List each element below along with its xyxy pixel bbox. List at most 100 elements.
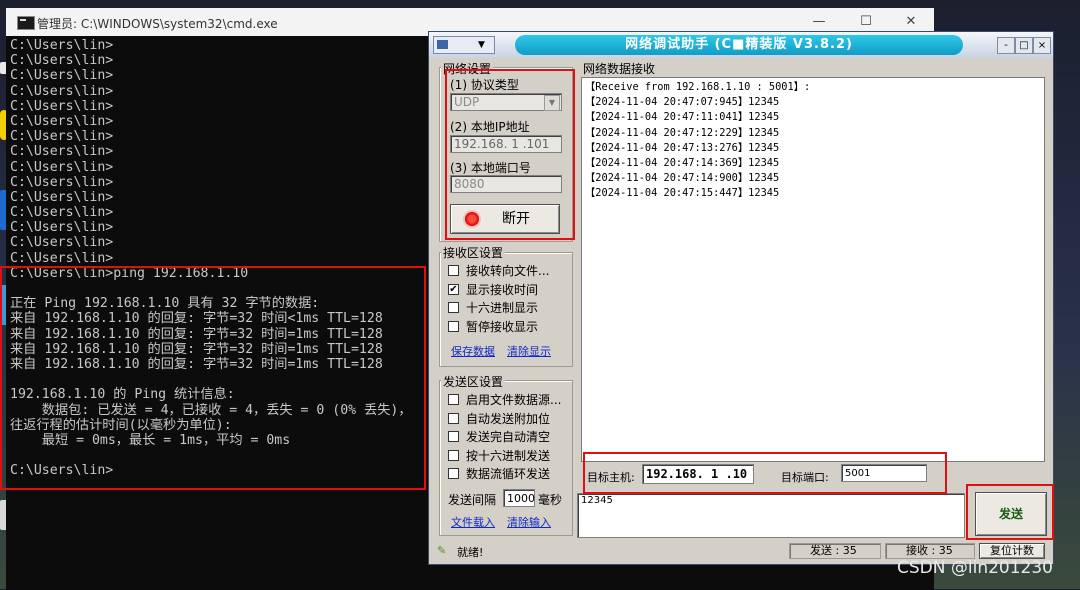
cmd-app-icon <box>17 16 35 30</box>
protocol-select[interactable]: UDP ▼ <box>450 93 562 111</box>
clear-display-link[interactable]: 清除显示 <box>507 343 551 359</box>
restore-button[interactable]: □ <box>1015 37 1033 54</box>
checkbox-box[interactable] <box>448 265 459 276</box>
send-settings-title: 发送区设置 <box>441 373 506 390</box>
target-host-label: 目标主机: <box>587 471 635 484</box>
tool-title-bar[interactable]: ▼ 网络调试助手 (C■精装版 V3.8.2) - □ × <box>429 32 1053 58</box>
received-line: 【2024-11-04 20:47:14:369】12345 <box>585 157 780 170</box>
chevron-down-icon: ▼ <box>478 40 485 50</box>
send-option-checkbox-label: 发送完自动清空 <box>466 430 551 444</box>
console-line: C:\Users\lin> <box>10 205 114 221</box>
file-load-link[interactable]: 文件载入 <box>451 514 495 530</box>
receive-option-checkbox-label: 显示接收时间 <box>466 282 539 297</box>
console-line: 正在 Ping 192.168.1.10 具有 32 字节的数据: <box>10 296 320 312</box>
cmd-console-output[interactable]: C:\Users\lin> C:\Users\lin> C:\Users\lin> C… <box>10 38 430 478</box>
minimize-button[interactable]: - <box>997 37 1015 54</box>
send-option-checkbox[interactable]: 启用文件数据源... <box>448 392 561 408</box>
send-option-checkbox-label: 按十六进制发送 <box>466 448 551 463</box>
console-line: 来自 192.168.1.10 的回复: 字节=32 时间=1ms TTL=12… <box>10 356 383 372</box>
net-debug-window[interactable]: ▼ 网络调试助手 (C■精装版 V3.8.2) - □ × 网络设置 (1) 协… <box>428 31 1054 565</box>
checkbox-box[interactable] <box>448 431 459 442</box>
send-interval-unit: 毫秒 <box>538 493 563 507</box>
disconnect-label: 断开 <box>502 211 530 227</box>
received-line: 【2024-11-04 20:47:14:900】12345 <box>585 172 780 185</box>
receive-option-checkbox[interactable]: 接收转向文件... <box>448 263 549 279</box>
console-line: C:\Users\lin> <box>10 463 114 479</box>
console-line: C:\Users\lin> <box>10 189 114 205</box>
send-button[interactable]: 发送 <box>975 492 1047 536</box>
receive-text-area[interactable]: 【Receive from 192.168.1.10 : 5001】: 【2024… <box>581 77 1045 462</box>
received-line: 【2024-11-04 20:47:13:276】12345 <box>585 141 780 154</box>
save-data-link[interactable]: 保存数据 <box>451 343 495 359</box>
send-input-area[interactable]: 12345 <box>577 493 965 538</box>
red-light-icon <box>465 212 479 226</box>
close-button[interactable]: ✕ <box>896 12 926 32</box>
console-line: C:\Users\lin> <box>10 144 114 160</box>
receive-option-checkbox[interactable]: ✔ 显示接收时间 <box>448 282 538 298</box>
console-line: C:\Users\lin> <box>10 53 114 69</box>
local-ip-field[interactable]: 192.168. 1 .101 <box>450 135 562 153</box>
receive-option-checkbox-label: 暂停接收显示 <box>466 319 539 334</box>
receive-option-checkbox-label: 接收转向文件... <box>466 264 550 278</box>
checkbox-box[interactable] <box>448 449 459 461</box>
send-option-checkbox[interactable]: 按十六进制发送 <box>448 448 550 464</box>
checkmark-icon[interactable]: ✔ <box>448 283 459 295</box>
local-port-label: (3) 本地端口号 <box>450 161 531 175</box>
send-option-checkbox[interactable]: 发送完自动清空 <box>448 429 550 445</box>
send-option-checkbox[interactable]: 自动发送附加位 <box>448 411 550 427</box>
checkbox-box[interactable] <box>448 468 459 479</box>
maximize-button[interactable]: ☐ <box>851 12 881 32</box>
minimize-button[interactable]: — <box>804 12 834 32</box>
console-line: C:\Users\lin> <box>10 38 114 53</box>
chevron-down-icon[interactable]: ▼ <box>544 95 560 111</box>
system-menu-button[interactable]: ▼ <box>433 36 495 54</box>
reset-count-button[interactable]: 复位计数 <box>979 543 1045 559</box>
console-line: 往返行程的估计时间(以毫秒为单位): <box>10 417 232 433</box>
console-line: C:\Users\lin> <box>10 159 114 175</box>
send-option-checkbox[interactable]: 数据流循环发送 <box>448 466 550 482</box>
console-line: 数据包: 已发送 = 4，已接收 = 4，丢失 = 0 (0% 丢失)， <box>10 402 412 418</box>
pen-icon: ✎ <box>437 544 447 557</box>
console-line: C:\Users\lin> <box>10 250 114 266</box>
console-line: 来自 192.168.1.10 的回复: 字节=32 时间<1ms TTL=12… <box>10 311 383 327</box>
target-port-field[interactable]: 5001 <box>841 464 927 482</box>
checkbox-box[interactable] <box>448 394 459 405</box>
received-line: 【2024-11-04 20:47:12:229】12345 <box>585 126 780 139</box>
console-line: C:\Users\lin> <box>10 220 114 236</box>
console-line: C:\Users\lin> <box>10 113 114 129</box>
send-option-checkbox-label: 自动发送附加位 <box>466 411 551 426</box>
received-line: 【2024-11-04 20:47:11:041】12345 <box>585 111 780 124</box>
send-interval-field[interactable]: 1000 <box>503 489 535 507</box>
watermark-text: CSDN @lin201230 <box>897 558 1053 578</box>
receive-option-checkbox[interactable]: 十六进制显示 <box>448 300 538 316</box>
checkbox-box[interactable] <box>448 412 459 424</box>
send-option-checkbox-label: 启用文件数据源... <box>466 393 562 407</box>
console-line: C:\Users\lin> <box>10 83 114 99</box>
console-line: C:\Users\lin> <box>10 235 114 251</box>
console-line: 最短 = 0ms，最长 = 1ms，平均 = 0ms <box>10 432 291 448</box>
console-line: 来自 192.168.1.10 的回复: 字节=32 时间=1ms TTL=12… <box>10 341 383 357</box>
target-port-label: 目标端口: <box>781 471 829 484</box>
send-interval-label: 发送间隔 <box>448 493 497 507</box>
receive-settings-title: 接收区设置 <box>441 244 506 261</box>
checkbox-box[interactable] <box>448 320 459 332</box>
console-line: C:\Users\lin>ping 192.168.1.10 <box>10 265 249 281</box>
console-line: 来自 192.168.1.10 的回复: 字节=32 时间=1ms TTL=12… <box>10 326 383 342</box>
checkbox-box[interactable] <box>448 302 459 313</box>
send-option-checkbox-label: 数据流循环发送 <box>466 467 551 481</box>
receive-option-checkbox-label: 十六进制显示 <box>466 301 539 315</box>
clear-input-link[interactable]: 清除输入 <box>507 514 551 530</box>
protocol-value: UDP <box>454 95 480 109</box>
received-line: 【Receive from 192.168.1.10 : 5001】: <box>585 81 811 93</box>
console-line: 192.168.1.10 的 Ping 统计信息: <box>10 387 235 403</box>
local-port-field[interactable]: 8080 <box>450 175 562 193</box>
received-line: 【2024-11-04 20:47:15:447】12345 <box>585 187 780 200</box>
disconnect-button[interactable]: 断开 <box>450 204 560 234</box>
sent-counter: 发送 : 35 <box>789 543 881 559</box>
app-icon <box>437 40 448 49</box>
target-host-field[interactable]: 192.168. 1 .10 <box>642 464 754 484</box>
receive-option-checkbox[interactable]: 暂停接收显示 <box>448 319 538 335</box>
close-button[interactable]: × <box>1033 37 1051 54</box>
